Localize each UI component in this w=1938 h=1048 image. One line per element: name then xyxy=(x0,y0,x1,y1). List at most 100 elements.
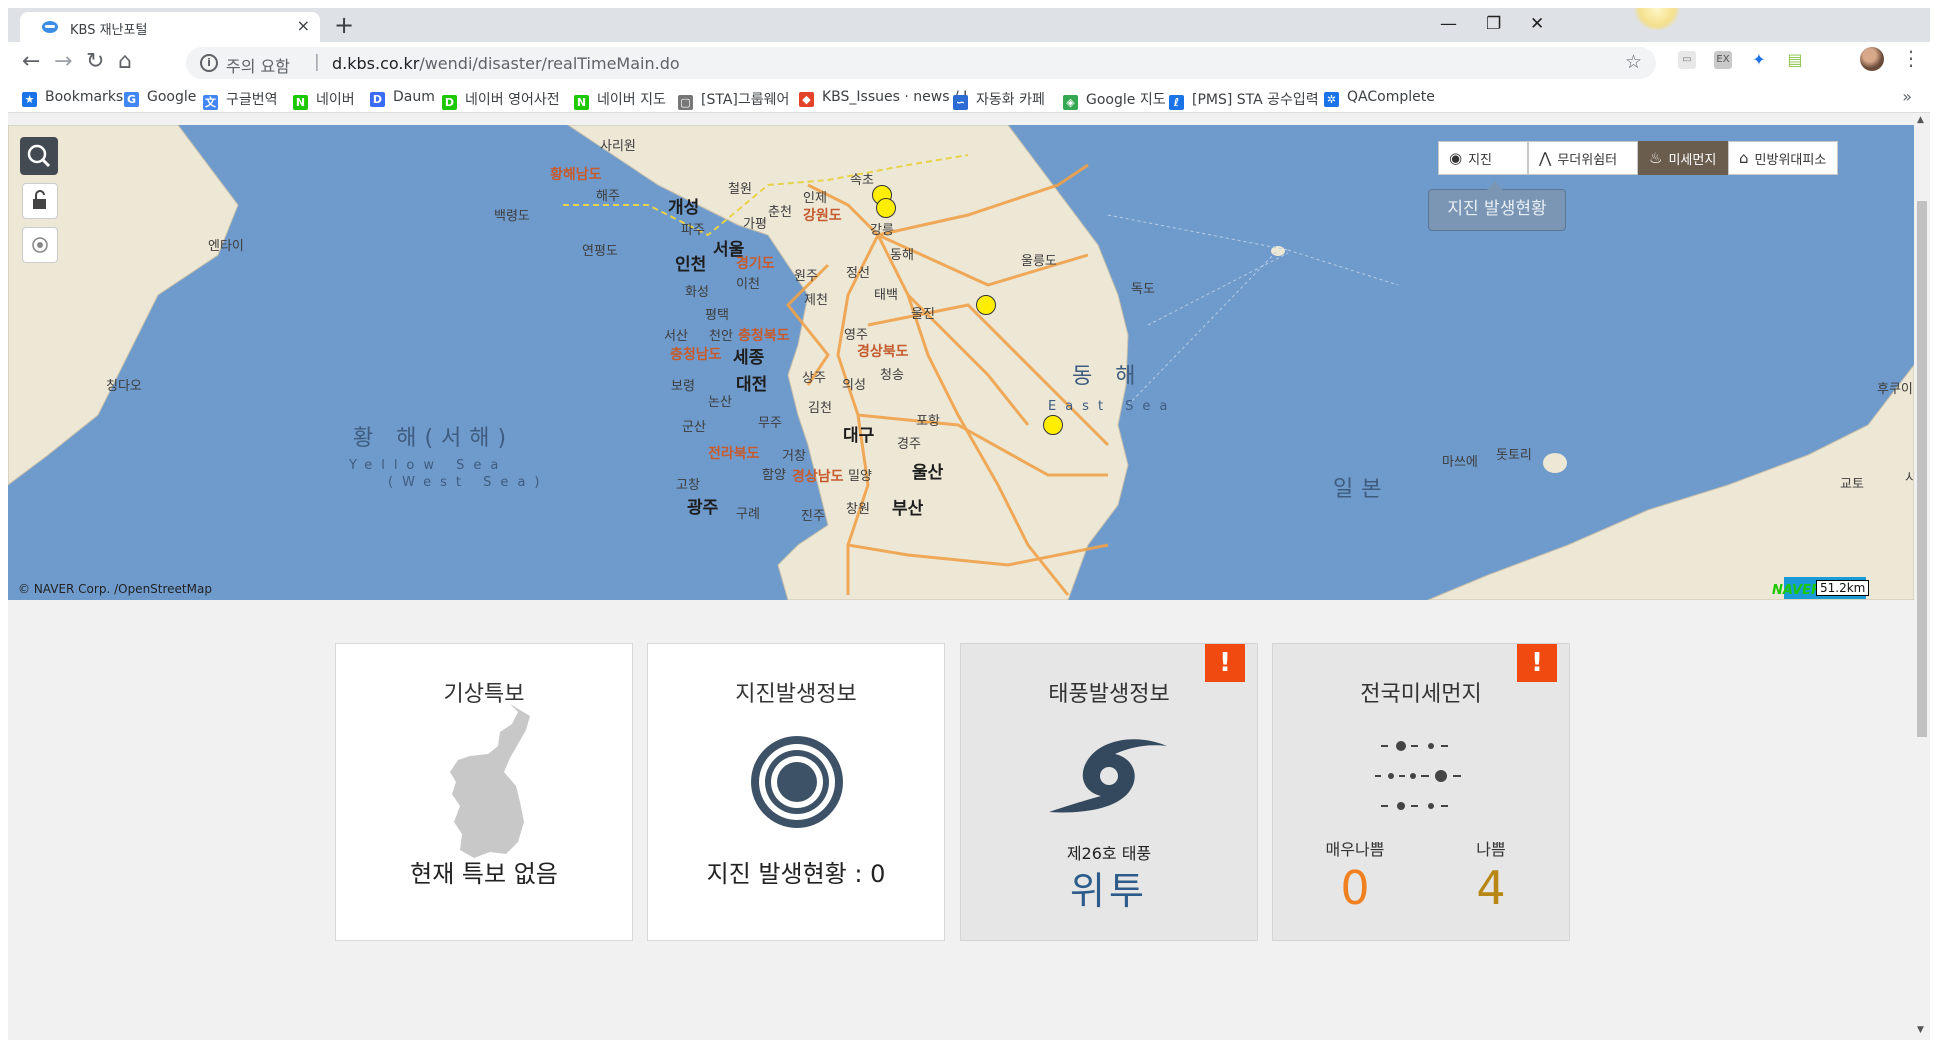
map-place-label: 김천 xyxy=(808,401,832,416)
bookmark-item[interactable]: ◈ Google 지도 xyxy=(1063,89,1166,110)
map-lock-button[interactable] xyxy=(22,183,58,219)
bookmark-item[interactable]: D 네이버 영어사전 xyxy=(442,89,560,110)
extension-diamond-icon[interactable]: ✦ xyxy=(1750,51,1768,69)
map-place-label: 인제 xyxy=(803,191,827,206)
bookmark-item[interactable]: 文 구글번역 xyxy=(203,89,278,110)
weather-warning-card[interactable]: 기상특보 현재 특보 없음 xyxy=(335,643,633,941)
browser-menu-icon[interactable]: ⋮ xyxy=(1901,46,1921,70)
map-place-label: 독도 xyxy=(1131,282,1155,297)
map-place-label: 태백 xyxy=(874,288,898,303)
info-icon[interactable]: i xyxy=(200,54,218,72)
scroll-up-icon[interactable]: ▲ xyxy=(1917,115,1924,125)
bookmark-item[interactable]: D Daum xyxy=(370,89,435,107)
bookmark-item[interactable]: N 네이버 지도 xyxy=(574,89,666,110)
map-place-label: 이천 xyxy=(736,277,760,292)
map-place-label: 춘천 xyxy=(768,205,792,220)
bookmark-label: [PMS] STA 공수입력 xyxy=(1192,92,1319,108)
map-place-label: 고창 xyxy=(676,478,700,493)
google-icon: G xyxy=(124,92,139,107)
typhoon-info-card[interactable]: ! 태풍발생정보 제26호 태풍 위투 xyxy=(960,643,1258,941)
daum-icon: D xyxy=(370,92,385,107)
map-place-label: 시마네 xyxy=(1905,471,1914,486)
close-window-button[interactable]: ✕ xyxy=(1530,10,1544,38)
map-place-label: 인천 xyxy=(675,255,707,275)
address-bar[interactable]: i 주의 요함 | d.kbs.co.kr/wendi/disaster/rea… xyxy=(186,47,1656,79)
bookmark-item[interactable]: ∽ 자동화 카페 xyxy=(953,89,1045,110)
scrollbar-thumb[interactable] xyxy=(1917,201,1927,737)
bad-label: 나쁨 xyxy=(1476,840,1506,859)
cafe-icon: ∽ xyxy=(953,95,968,110)
security-warning[interactable]: 주의 요함 xyxy=(226,53,290,77)
bookmark-label: 네이버 xyxy=(316,92,355,108)
home-button[interactable]: ⌂ xyxy=(118,50,132,74)
earthquake-marker[interactable] xyxy=(1043,415,1063,435)
bookmark-label: [STA]그룹웨어 xyxy=(701,92,790,108)
map-place-label: 사리원 xyxy=(600,139,636,154)
map-scale-text: 51.2km xyxy=(1816,580,1870,596)
bookmark-item[interactable]: N 네이버 xyxy=(293,89,355,110)
bookmark-label: QAComplete xyxy=(1347,89,1435,105)
map-place-label: 칭다오 xyxy=(106,379,142,394)
map-place-label: 원주 xyxy=(794,269,818,284)
card-title: 전국미세먼지 xyxy=(1360,682,1482,707)
forward-button[interactable]: → xyxy=(54,50,72,74)
disaster-map[interactable]: 황해남도 사리원 해주 개성 백령도 연평도 서울 인천 파주 철원 춘천 가평 인제 속초 강원도 강릉 동해… xyxy=(8,125,1914,600)
map-copyright: © NAVER Corp. /OpenStreetMap xyxy=(18,582,212,596)
map-place-label: 창원 xyxy=(846,502,870,517)
new-tab-button[interactable]: + xyxy=(334,10,354,40)
extension-ladder-icon[interactable]: ▤ xyxy=(1786,51,1804,69)
map-place-label: 강릉 xyxy=(870,223,894,238)
bookmark-item[interactable]: G Google xyxy=(124,89,196,107)
map-place-label: 무주 xyxy=(758,416,782,431)
layer-button[interactable]: ◉ 지진 xyxy=(1438,141,1528,175)
extension-ex-icon[interactable]: EX xyxy=(1714,51,1732,69)
map-locate-button[interactable] xyxy=(22,227,58,263)
layer-button[interactable]: ♨ 미세먼지 xyxy=(1638,141,1728,175)
profile-avatar[interactable] xyxy=(1860,47,1884,71)
map-place-label: 상주 xyxy=(802,371,826,386)
map-place-label: 속초 xyxy=(850,173,874,188)
scroll-down-icon[interactable]: ▼ xyxy=(1917,1025,1924,1035)
earthquake-marker[interactable] xyxy=(876,198,896,218)
earthquake-icon xyxy=(751,736,843,828)
map-place-label: 경상남도 xyxy=(792,469,844,485)
map-place-label: 돗토리 xyxy=(1496,448,1532,463)
back-button[interactable]: ← xyxy=(22,50,40,74)
url-separator: | xyxy=(314,52,320,72)
extension-card-icon[interactable]: ▭ xyxy=(1678,51,1696,69)
earthquake-tooltip: 지진 발생현황 xyxy=(1428,181,1566,231)
naver-icon: N xyxy=(293,95,308,110)
browser-tab[interactable]: KBS 재난포털 × xyxy=(20,12,320,42)
card-title: 태풍발생정보 xyxy=(1048,682,1170,707)
map-place-label: 울산 xyxy=(912,463,944,483)
bookmark-item[interactable]: ✲ QAComplete xyxy=(1324,89,1435,107)
map-place-label: 전라북도 xyxy=(708,446,760,462)
weather-sun-icon xyxy=(1634,8,1680,30)
url-text[interactable]: d.kbs.co.kr/wendi/disaster/realTimeMain.… xyxy=(332,54,680,73)
bookmark-item[interactable]: ℓ [PMS] STA 공수입력 xyxy=(1169,89,1319,110)
tab-close-icon[interactable]: × xyxy=(297,16,310,35)
map-search-button[interactable] xyxy=(20,137,58,175)
map-place-label: 논산 xyxy=(708,395,732,410)
bookmark-item[interactable]: ◆ KBS_Issues · news / I xyxy=(799,89,967,107)
earthquake-marker[interactable] xyxy=(976,295,996,315)
bookmark-star-icon[interactable]: ☆ xyxy=(1625,51,1642,73)
bookmark-item[interactable]: ▢ [STA]그룹웨어 xyxy=(678,89,789,110)
fine-dust-icon xyxy=(1375,741,1461,810)
map-place-label: 군산 xyxy=(682,420,706,435)
map-place-label: 후쿠이 xyxy=(1877,382,1913,397)
layer-button[interactable]: ⌂ 민방위대피소 xyxy=(1728,141,1838,175)
card-title: 지진발생정보 xyxy=(735,682,857,707)
minimize-button[interactable]: — xyxy=(1440,10,1457,38)
bookmarks-more-icon[interactable]: » xyxy=(1902,87,1912,106)
page-scrollbar[interactable]: ▲ ▼ xyxy=(1914,113,1930,1040)
bookmark-item[interactable]: ★ Bookmarks xyxy=(22,89,123,107)
layer-button[interactable]: ⋀ 무더위쉼터 xyxy=(1528,141,1638,175)
maximize-button[interactable]: ❐ xyxy=(1486,10,1501,38)
bookmarks-bar: » ★ Bookmarks G Google 文 구글번역 N 네이버 D Daum D 네이버 영어… xyxy=(8,84,1930,113)
reload-button[interactable]: ↻ xyxy=(86,50,104,74)
map-layer-toggle: ◉ 지진 ⋀ 무더위쉼터 ♨ 미세먼지 ⌂ 민방위대피소 xyxy=(1438,141,1838,175)
map-place-label: 서산 xyxy=(664,329,688,344)
fine-dust-card[interactable]: ! 전국미세먼지 매우나쁨 0 나쁨 4 xyxy=(1272,643,1570,941)
earthquake-info-card[interactable]: 지진발생정보 지진 발생현황 : 0 xyxy=(647,643,945,941)
